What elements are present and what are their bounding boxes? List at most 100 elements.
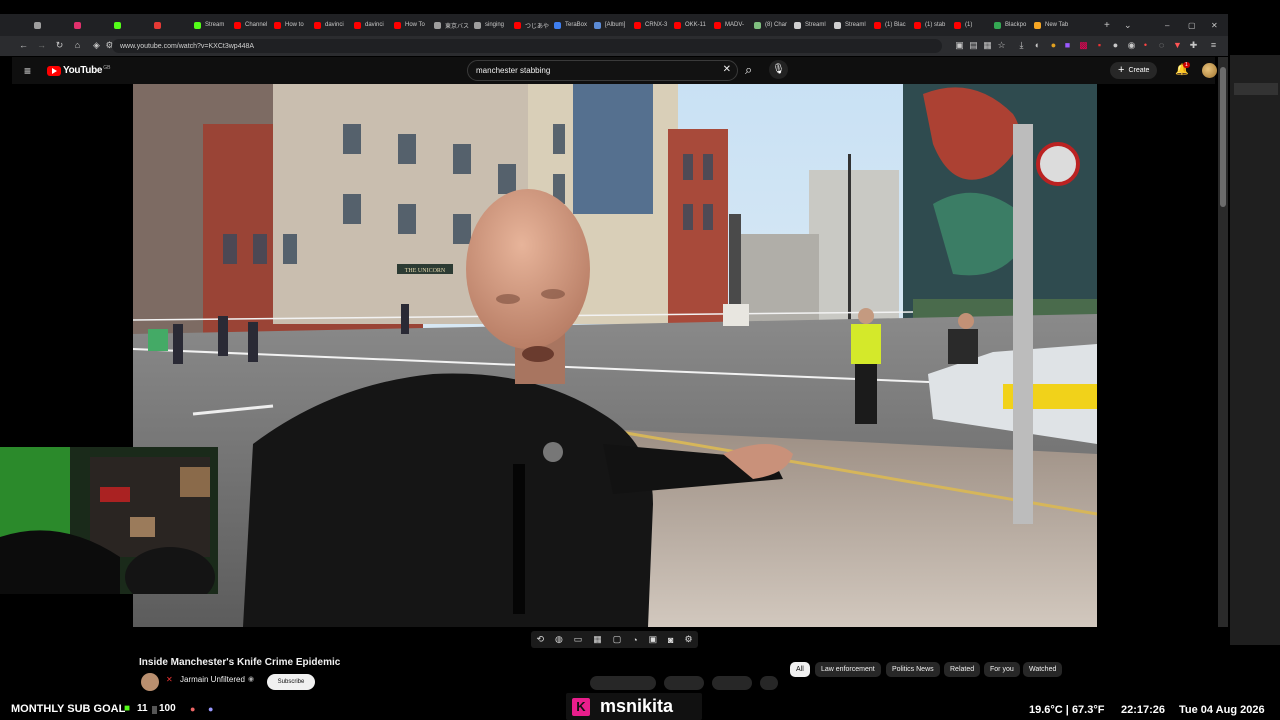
loop-icon[interactable]: ⟲	[536, 634, 544, 645]
chip-all[interactable]: All	[790, 662, 810, 677]
bookmark-star-icon[interactable]: ☆	[996, 40, 1007, 51]
clear-search-icon[interactable]: ✕	[723, 64, 731, 75]
clip-icon[interactable]: ▦	[593, 634, 602, 645]
extension-icon[interactable]: •	[1140, 40, 1151, 51]
home-icon[interactable]: ⌂	[72, 40, 83, 51]
audio-icon[interactable]: ◍	[555, 634, 563, 645]
browser-tab[interactable]: Stream	[194, 14, 230, 36]
taskbar-icon[interactable]: ●	[190, 704, 195, 714]
browser-tab[interactable]: New Tab	[1034, 14, 1070, 36]
chip-for-you[interactable]: For you	[984, 662, 1020, 677]
browser-tab[interactable]: Channel	[234, 14, 270, 36]
voice-search-icon[interactable]: 🎙	[769, 60, 788, 79]
theater-icon[interactable]: ▭	[574, 634, 583, 645]
subscribe-button[interactable]: Subscribe	[267, 674, 315, 690]
browser-tab[interactable]: OKK-11	[674, 14, 710, 36]
browser-tab[interactable]	[154, 14, 190, 36]
window-close-button[interactable]: ✕	[1211, 14, 1221, 36]
extensions-puzzle-icon[interactable]: ✚	[1188, 40, 1199, 51]
browser-tab[interactable]: Blackpo	[994, 14, 1030, 36]
save-button[interactable]	[712, 676, 752, 690]
speed-icon[interactable]: ◔	[632, 635, 637, 645]
extension-icon[interactable]: ■	[1062, 40, 1073, 51]
browser-tab[interactable]: TeraBox	[554, 14, 590, 36]
browser-tab[interactable]: (1)	[954, 14, 990, 36]
share-button[interactable]	[664, 676, 704, 690]
tab-label: TeraBox	[565, 22, 588, 28]
extension-icon[interactable]: ▼	[1172, 40, 1183, 51]
browser-tab[interactable]: How to	[274, 14, 310, 36]
settings-gear-icon[interactable]: ⚙	[684, 634, 692, 645]
reload-icon[interactable]: ↻	[54, 40, 65, 51]
browser-tab[interactable]	[34, 14, 70, 36]
extension-icon[interactable]: ▪	[1094, 40, 1105, 51]
address-bar[interactable]: www.youtube.com/watch?v=KXCt3wp448A	[112, 39, 942, 53]
sub-goal-label: MONTHLY SUB GOAL	[11, 703, 126, 715]
shield-icon[interactable]: ◈	[91, 40, 102, 51]
screenshot-icon[interactable]: ▤	[968, 40, 979, 51]
taskbar-icon[interactable]: ●	[208, 704, 213, 714]
search-input[interactable]: manchester stabbing ✕	[467, 60, 738, 81]
browser-tab[interactable]: singing	[474, 14, 510, 36]
chip-watched[interactable]: Watched	[1023, 662, 1063, 677]
streamer-name: msnikita	[600, 696, 674, 716]
download-icon[interactable]: ⤓	[1016, 40, 1027, 51]
chip-politics-news[interactable]: Politics News	[886, 662, 940, 677]
maximize-button[interactable]: ▢	[1188, 14, 1198, 36]
browser-tab[interactable]	[74, 14, 110, 36]
browser-tab[interactable]: How To	[394, 14, 430, 36]
temperature-readout: 19.6°C | 67.3°F	[1029, 704, 1105, 716]
browser-tab[interactable]: Streaml	[834, 14, 870, 36]
extension-icon[interactable]: ▩	[1078, 40, 1089, 51]
pip-icon[interactable]: ▣	[649, 634, 658, 645]
browser-tab[interactable]: 東京バス	[434, 14, 470, 36]
extension-icon[interactable]: ●	[1110, 40, 1121, 51]
hamburger-menu-icon[interactable]: ≡	[24, 64, 31, 78]
browser-tab[interactable]: つじあや	[514, 14, 550, 36]
tab-label: MADV-	[725, 22, 745, 28]
background-window	[1230, 55, 1280, 645]
search-button-icon[interactable]: ⌕	[745, 62, 752, 78]
browser-tab[interactable]: Streaml	[794, 14, 830, 36]
account-avatar[interactable]	[1202, 63, 1217, 78]
tab-search-button[interactable]: ⌄	[1124, 14, 1134, 36]
page-scrollbar[interactable]	[1218, 57, 1228, 627]
minimize-button[interactable]: –	[1165, 14, 1175, 36]
browser-tab[interactable]	[114, 14, 150, 36]
chip-law-enforcement[interactable]: Law enforcement	[815, 662, 881, 677]
extension-icon[interactable]: ●	[1048, 40, 1059, 51]
tab-favicon-icon	[354, 21, 361, 29]
browser-tab[interactable]: (8) Char	[754, 14, 790, 36]
more-actions-button[interactable]	[760, 676, 778, 690]
extension-icon[interactable]: ▣	[954, 40, 965, 51]
chip-related[interactable]: Related	[944, 662, 981, 677]
tab-favicon-icon	[154, 21, 161, 29]
browser-tab[interactable]: (1) Blac	[874, 14, 910, 36]
extension-icon[interactable]: ◌	[1156, 40, 1167, 51]
new-tab-button[interactable]: +	[1104, 14, 1114, 36]
tab-label: (1) stab	[925, 22, 946, 28]
screen-icon[interactable]: ▢	[613, 634, 622, 645]
extension-icon[interactable]: ◉	[1126, 40, 1137, 51]
tab-label: Stream	[205, 22, 225, 28]
youtube-logo[interactable]: YouTube GB	[47, 65, 110, 76]
browser-tab[interactable]: [Album]	[594, 14, 630, 36]
browser-tab[interactable]: MADV-	[714, 14, 750, 36]
extension-icon[interactable]: ◐	[1032, 40, 1043, 51]
browser-tab[interactable]: davinci	[314, 14, 350, 36]
menu-icon[interactable]: ≡	[1208, 40, 1219, 51]
scrollbar-thumb[interactable]	[1220, 67, 1226, 207]
create-button[interactable]: + Create	[1110, 62, 1158, 79]
channel-avatar[interactable]	[141, 673, 159, 691]
browser-tab[interactable]: CRNX-3	[634, 14, 670, 36]
browser-tab[interactable]: davinci	[354, 14, 390, 36]
camera-icon[interactable]: ◙	[668, 635, 673, 645]
channel-name[interactable]: Jarmain Unfiltered	[180, 675, 245, 684]
tab-label: (8) Char	[765, 22, 788, 28]
like-button[interactable]	[590, 676, 656, 690]
browser-tab[interactable]: (1) stab	[914, 14, 950, 36]
forward-icon[interactable]: →	[36, 40, 47, 51]
back-icon[interactable]: ←	[18, 40, 29, 51]
video-player[interactable]: THE UNICORN	[133, 84, 1097, 627]
apps-icon[interactable]: ▦	[982, 40, 993, 51]
